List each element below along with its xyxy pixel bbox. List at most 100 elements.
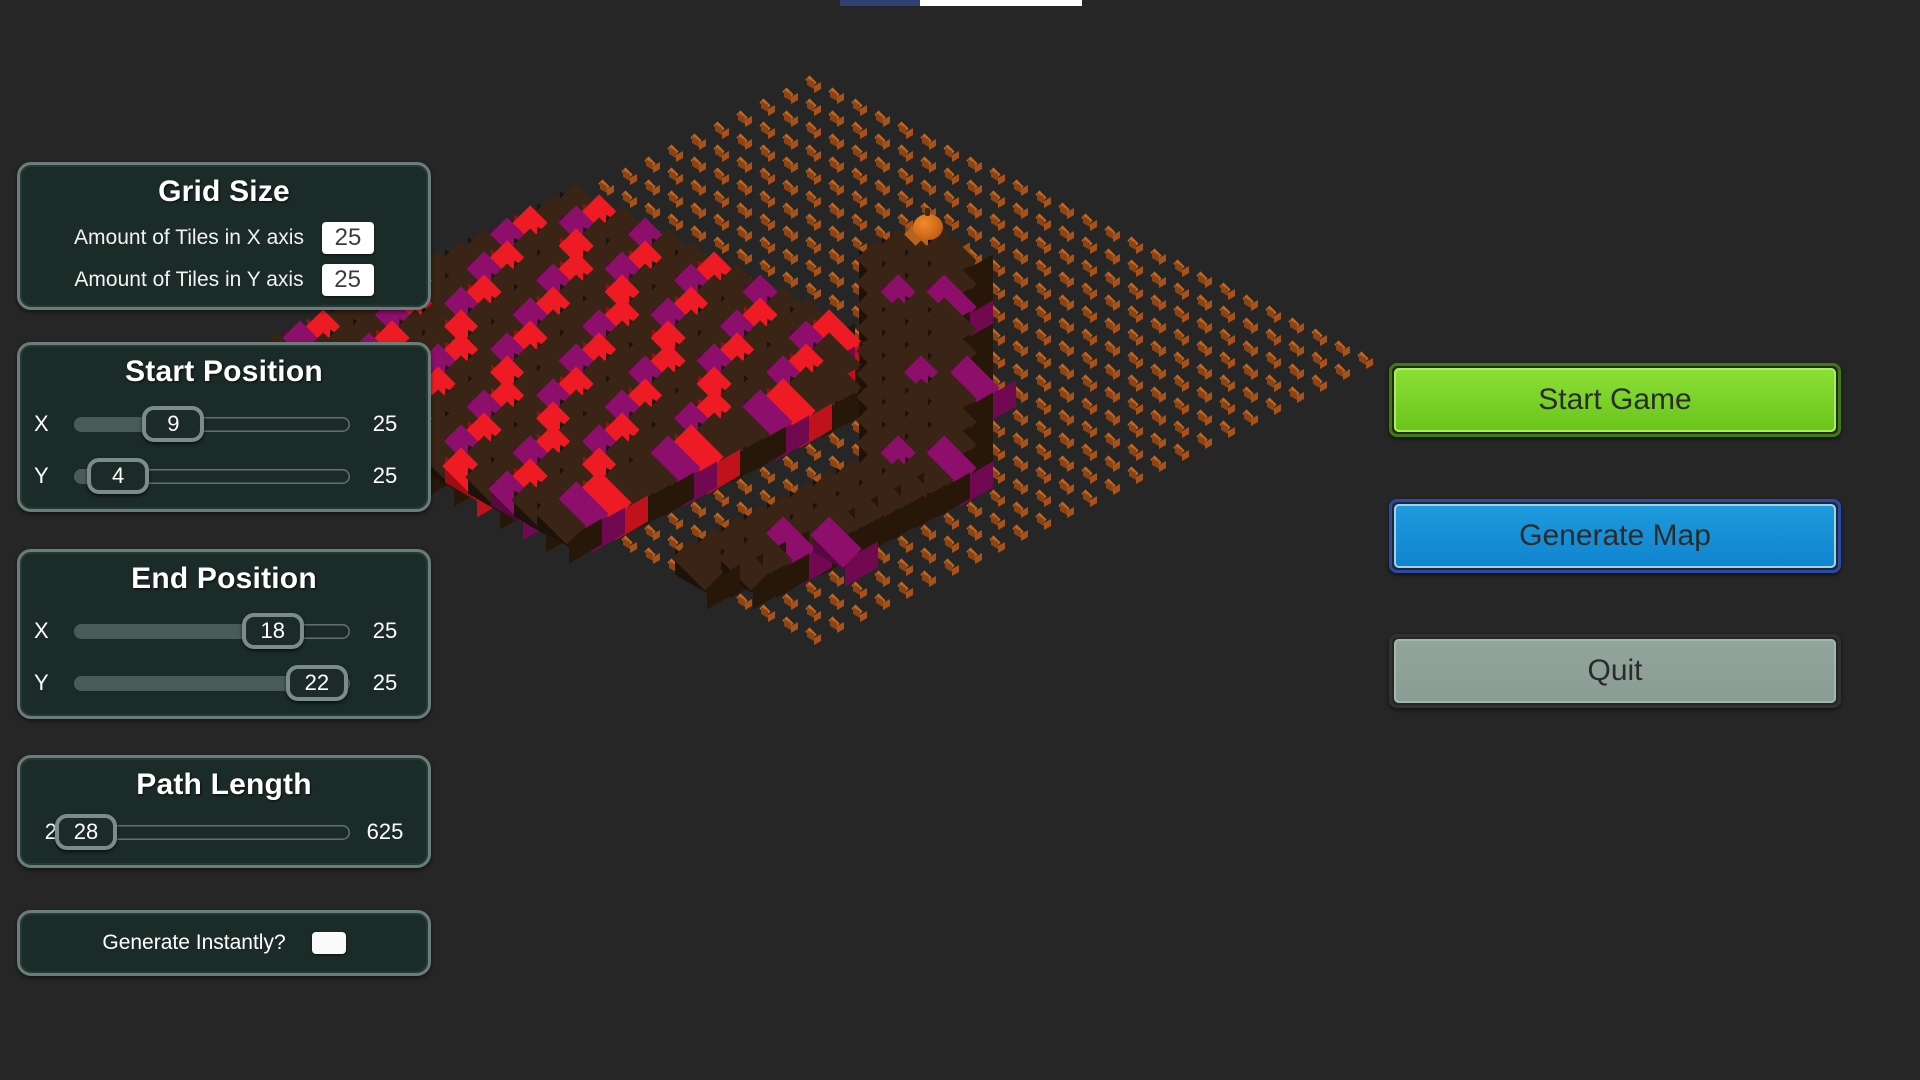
grid-cell-marker bbox=[1219, 305, 1235, 324]
grid-cell-marker bbox=[1127, 328, 1143, 347]
path-length-slider[interactable]: 28 bbox=[55, 813, 350, 850]
grid-cell-marker bbox=[1173, 420, 1189, 439]
grid-cell-marker bbox=[828, 270, 844, 290]
grid-cell-marker bbox=[1058, 477, 1074, 497]
grid-cell-marker bbox=[828, 224, 844, 244]
tiles-y-input[interactable]: 25 bbox=[321, 264, 374, 296]
grid-cell-marker bbox=[1288, 339, 1304, 359]
grid-cell-marker bbox=[782, 615, 798, 635]
start-y-slider[interactable]: 4 bbox=[74, 457, 350, 494]
start-y-thumb[interactable]: 4 bbox=[87, 457, 150, 494]
grid-cell-marker bbox=[782, 86, 798, 106]
grid-cell-marker bbox=[1150, 362, 1166, 382]
grid-cell-marker bbox=[920, 546, 936, 566]
grid-cell-marker bbox=[1265, 305, 1281, 324]
start-x-slider[interactable]: 9 bbox=[74, 405, 350, 442]
grid-cell-marker bbox=[759, 190, 775, 209]
grid-cell-marker bbox=[874, 201, 890, 221]
grid-cell-marker bbox=[690, 132, 706, 152]
grid-cell-marker bbox=[1081, 305, 1097, 324]
grid-cell-marker bbox=[759, 604, 775, 623]
start-y-max: 25 bbox=[372, 462, 398, 488]
generate-map-button[interactable]: Generate Map bbox=[1389, 499, 1841, 573]
grid-cell-marker bbox=[1196, 316, 1212, 336]
end-y-max: 25 bbox=[372, 669, 398, 695]
end-x-slider-row: X 18 25 bbox=[20, 602, 428, 659]
start-y-slider-row: Y 4 25 bbox=[20, 452, 428, 509]
grid-cell-marker bbox=[1104, 247, 1120, 267]
grid-cell-marker bbox=[943, 535, 959, 554]
grid-cell-marker bbox=[782, 155, 798, 175]
start-x-thumb[interactable]: 9 bbox=[142, 405, 205, 442]
grid-cell-marker bbox=[989, 489, 1005, 508]
grid-cell-marker bbox=[874, 155, 890, 175]
grid-cell-marker bbox=[690, 201, 706, 221]
grid-cell-marker bbox=[1196, 270, 1212, 290]
grid-cell-marker bbox=[897, 167, 913, 186]
end-y-thumb[interactable]: 22 bbox=[285, 664, 348, 701]
grid-cell-marker bbox=[966, 523, 982, 543]
grid-cell-marker bbox=[667, 190, 683, 209]
grid-cell-marker bbox=[1035, 489, 1051, 508]
grid-cell-marker bbox=[1104, 270, 1120, 290]
grid-cell-marker bbox=[1127, 236, 1143, 255]
path-length-thumb[interactable]: 28 bbox=[55, 813, 117, 850]
start-x-track[interactable] bbox=[74, 416, 350, 432]
map-tile-terrain bbox=[534, 492, 601, 564]
path-length-slider-row: 28 28 625 bbox=[20, 808, 428, 865]
game-screen: Grid Size Amount of Tiles in X axis 25 A… bbox=[0, 0, 1920, 1080]
end-y-slider[interactable]: 22 bbox=[74, 664, 350, 701]
grid-cell-marker bbox=[1242, 316, 1258, 336]
grid-cell-marker bbox=[1173, 305, 1189, 324]
end-x-slider[interactable]: 18 bbox=[74, 612, 350, 649]
grid-cell-marker bbox=[805, 443, 821, 462]
grid-cell-marker bbox=[759, 144, 775, 163]
grid-cell-marker bbox=[1150, 316, 1166, 336]
grid-cell-marker bbox=[851, 213, 867, 232]
grid-cell-marker bbox=[943, 167, 959, 186]
grid-cell-marker bbox=[713, 213, 729, 232]
grid-cell-marker bbox=[805, 627, 821, 646]
grid-cell-marker bbox=[1173, 328, 1189, 347]
grid-cell-marker bbox=[805, 167, 821, 186]
grid-cell-marker bbox=[1012, 523, 1028, 543]
start-game-button[interactable]: Start Game bbox=[1389, 363, 1841, 437]
generate-instantly-row[interactable]: Generate Instantly? bbox=[20, 913, 428, 973]
grid-cell-marker bbox=[1081, 489, 1097, 508]
grid-cell-marker bbox=[828, 132, 844, 152]
grid-cell-marker bbox=[1081, 443, 1097, 462]
grid-cell-marker bbox=[1035, 512, 1051, 531]
tiles-y-label: Amount of Tiles in Y axis bbox=[74, 268, 304, 291]
grid-cell-marker bbox=[782, 592, 798, 612]
grid-cell-marker bbox=[713, 167, 729, 186]
grid-cell-marker bbox=[1058, 201, 1074, 221]
generate-map-label: Generate Map bbox=[1519, 519, 1711, 552]
tiles-x-input[interactable]: 25 bbox=[321, 222, 374, 254]
end-x-thumb[interactable]: 18 bbox=[241, 612, 304, 649]
grid-cell-marker bbox=[851, 98, 867, 117]
quit-button[interactable]: Quit bbox=[1389, 634, 1841, 708]
grid-cell-marker bbox=[1150, 293, 1166, 313]
grid-cell-marker bbox=[1242, 362, 1258, 382]
grid-cell-marker bbox=[1196, 385, 1212, 405]
grid-cell-marker bbox=[713, 121, 729, 140]
grid-cell-marker bbox=[1104, 431, 1120, 451]
grid-cell-marker bbox=[989, 236, 1005, 255]
grid-cell-marker bbox=[1035, 259, 1051, 278]
grid-cell-marker bbox=[1058, 224, 1074, 244]
start-x-label: X bbox=[34, 410, 49, 436]
grid-cell-marker bbox=[1058, 270, 1074, 290]
grid-cell-marker bbox=[1173, 282, 1189, 301]
grid-cell-marker bbox=[1035, 305, 1051, 324]
path-length-track[interactable] bbox=[86, 824, 350, 840]
grid-cell-marker bbox=[759, 466, 775, 485]
grid-cell-marker bbox=[1035, 190, 1051, 209]
grid-cell-marker bbox=[736, 224, 752, 244]
grid-cell-marker bbox=[897, 558, 913, 577]
grid-cell-marker bbox=[874, 109, 890, 129]
grid-cell-marker bbox=[1012, 316, 1028, 336]
grid-cell-marker bbox=[759, 236, 775, 255]
end-x-track[interactable] bbox=[74, 623, 350, 639]
grid-cell-marker bbox=[874, 569, 890, 589]
generate-instantly-checkbox[interactable] bbox=[311, 932, 346, 954]
